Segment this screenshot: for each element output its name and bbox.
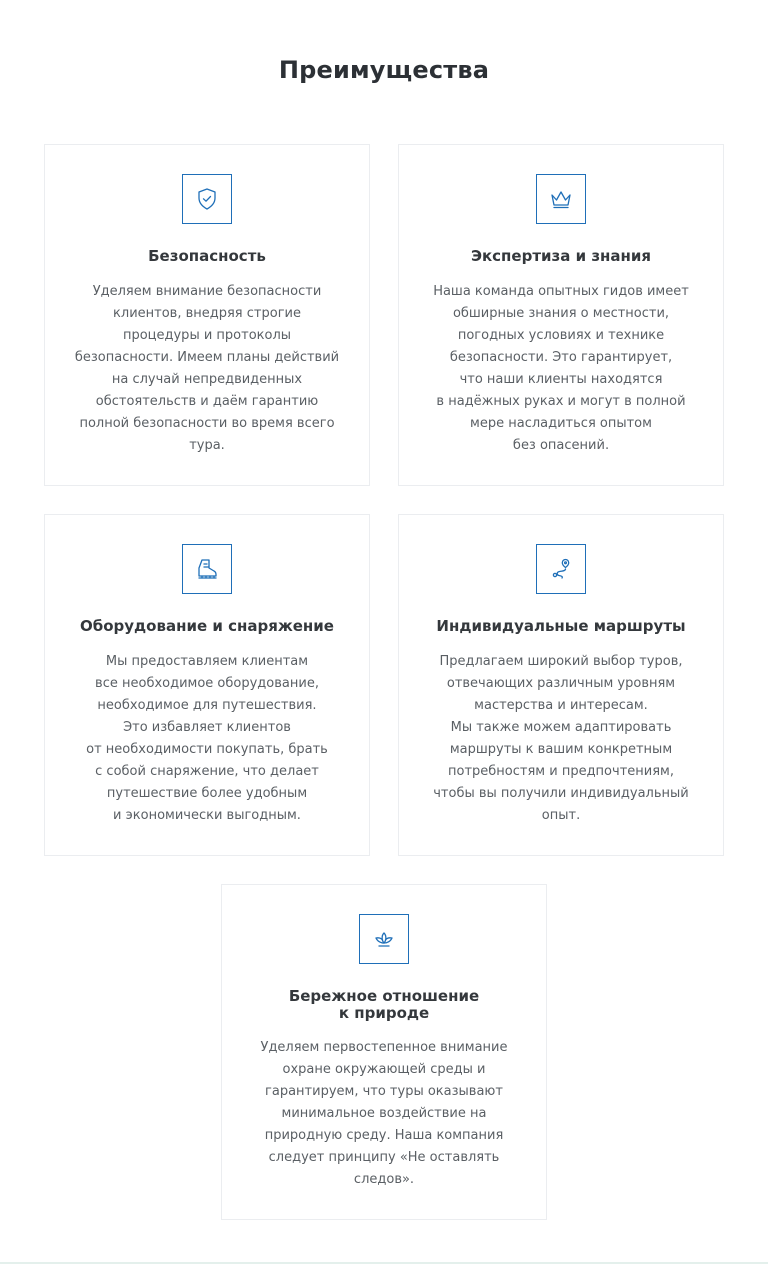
advantage-card-nature: Бережное отношение к природе Уделяем пер…: [221, 884, 547, 1220]
advantage-card-equipment: Оборудование и снаряжение Мы предоставля…: [44, 514, 370, 856]
card-text: Мы предоставляем клиентам все необходимо…: [86, 654, 328, 823]
advantage-card-safety: Безопасность Уделяем внимание безопаснос…: [44, 144, 370, 486]
card-title: Бережное отношение к природе: [288, 987, 480, 1022]
advantage-card-routes: Индивидуальные маршруты Предлагаем широк…: [398, 514, 724, 856]
card-text: Предлагаем широкий выбор туров, отвечающ…: [433, 654, 689, 823]
card-text: Уделяем внимание безопасности клиентов, …: [74, 284, 340, 453]
advantage-card-expertise: Экспертиза и знания Наша команда опытных…: [398, 144, 724, 486]
card-text: Уделяем первостепенное внимание охране о…: [260, 1040, 508, 1187]
card-title: Экспертиза и знания: [470, 247, 652, 265]
section-title: Преимущества: [278, 56, 490, 84]
card-title: Безопасность: [148, 247, 266, 265]
section-divider: [0, 1262, 768, 1264]
card-title: Индивидуальные маршруты: [436, 617, 686, 635]
crown-icon: [536, 174, 586, 224]
card-text: Наша команда опытных гидов имеет обширны…: [433, 284, 689, 453]
advantages-section: Преимущества Безопасность Уделяем вниман…: [0, 0, 768, 1265]
hiking-boot-icon: [182, 544, 232, 594]
route-pin-icon: [536, 544, 586, 594]
card-title: Оборудование и снаряжение: [80, 617, 334, 635]
lotus-icon: [359, 914, 409, 964]
shield-check-icon: [182, 174, 232, 224]
